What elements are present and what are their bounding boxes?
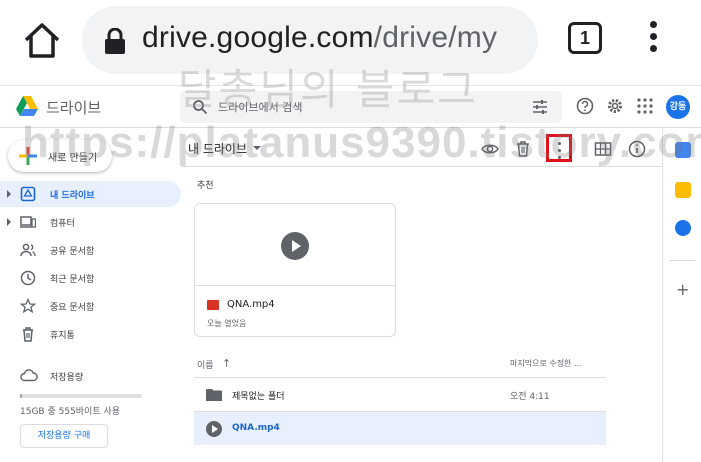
browser-toolbar: drive.google.com/drive/my 1 bbox=[0, 0, 701, 86]
info-icon[interactable] bbox=[628, 140, 646, 158]
folder-icon bbox=[206, 389, 222, 401]
url-host: drive.google.com bbox=[142, 21, 374, 54]
search-input[interactable]: 드라이브에서 검색 bbox=[180, 91, 562, 123]
card-file-subtitle: 오늘 열었음 bbox=[207, 319, 247, 328]
search-options-icon[interactable] bbox=[532, 99, 548, 115]
calendar-icon[interactable] bbox=[675, 142, 691, 158]
star-icon bbox=[20, 298, 36, 314]
keep-icon[interactable] bbox=[675, 182, 691, 198]
drive-icon bbox=[20, 186, 36, 202]
home-icon[interactable] bbox=[22, 20, 62, 60]
side-panel-divider bbox=[662, 128, 663, 462]
sidebar-item-trash[interactable]: 휴지통 bbox=[0, 321, 181, 347]
app-name[interactable]: 드라이브 bbox=[46, 97, 101, 118]
tab-switcher-button[interactable]: 1 bbox=[568, 22, 602, 54]
plus-icon bbox=[19, 147, 37, 165]
new-button[interactable]: 새로 만들기 bbox=[8, 140, 112, 172]
add-addon-icon[interactable]: + bbox=[676, 280, 689, 299]
video-file-icon bbox=[207, 300, 219, 310]
avatar[interactable]: 강동 bbox=[666, 95, 690, 119]
row-file-name: 제목없는 폴더 bbox=[232, 392, 285, 402]
more-actions-icon[interactable] bbox=[546, 134, 572, 162]
apps-grid-icon[interactable] bbox=[636, 97, 654, 115]
storage-usage-text: 15GB 중 555바이트 사용 bbox=[20, 407, 121, 417]
row-file-name: QNA.mp4 bbox=[232, 423, 280, 433]
tasks-icon[interactable] bbox=[675, 220, 691, 236]
settings-icon[interactable] bbox=[606, 97, 624, 115]
preview-eye-icon[interactable] bbox=[481, 140, 499, 158]
sort-arrow-icon[interactable]: ↑ bbox=[222, 357, 231, 370]
url-path: /drive/my bbox=[373, 21, 498, 54]
video-file-icon bbox=[206, 421, 222, 437]
expand-caret-icon[interactable] bbox=[7, 190, 11, 198]
column-header-name[interactable]: 이름 bbox=[197, 358, 214, 371]
sidebar-item-recent[interactable]: 최근 문서함 bbox=[0, 265, 181, 291]
file-thumbnail[interactable] bbox=[195, 204, 395, 286]
sidebar-item-label: 휴지통 bbox=[50, 331, 75, 341]
buy-storage-button[interactable]: 저장용량 구매 bbox=[20, 424, 108, 448]
row-modified-date: 오전 4:11 bbox=[510, 392, 550, 402]
trash-icon bbox=[23, 327, 33, 342]
storage-meter-fill bbox=[20, 394, 23, 398]
sidebar-item-my-drive[interactable]: 내 드라이브 bbox=[0, 181, 181, 207]
sidebar-item-label: 최근 문서함 bbox=[50, 275, 95, 285]
help-icon[interactable] bbox=[576, 97, 594, 115]
storage-meter bbox=[20, 394, 142, 398]
suggested-file-card[interactable]: QNA.mp4 오늘 열었음 bbox=[194, 203, 396, 337]
computer-icon bbox=[20, 216, 36, 228]
storage-label[interactable]: 저장용량 bbox=[50, 370, 83, 383]
side-panel-separator bbox=[669, 260, 695, 261]
clock-icon bbox=[20, 270, 36, 286]
sidebar-item-shared[interactable]: 공유 문서함 bbox=[0, 237, 181, 263]
sidebar-item-label: 공유 문서함 bbox=[50, 247, 95, 257]
expand-caret-icon[interactable] bbox=[7, 218, 11, 226]
play-icon bbox=[281, 232, 309, 260]
address-bar[interactable]: drive.google.com/drive/my bbox=[82, 6, 538, 74]
url-text[interactable]: drive.google.com/drive/my bbox=[142, 21, 497, 55]
search-icon[interactable] bbox=[192, 99, 208, 115]
cloud-icon bbox=[20, 369, 38, 382]
column-header-modified[interactable]: 마지막으로 수정한 ... bbox=[510, 358, 582, 369]
drive-header: 드라이브 드라이브에서 검색 강동 bbox=[0, 86, 701, 128]
shared-icon bbox=[20, 243, 36, 257]
sidebar-item-label: 중요 문서함 bbox=[50, 303, 95, 313]
browser-menu-icon[interactable] bbox=[646, 18, 660, 58]
sidebar-item-label: 내 드라이브 bbox=[50, 191, 95, 201]
card-file-name: QNA.mp4 bbox=[227, 299, 275, 310]
sidebar-item-computers[interactable]: 컴퓨터 bbox=[0, 209, 181, 235]
sidebar-item-starred[interactable]: 중요 문서함 bbox=[0, 293, 181, 319]
search-placeholder: 드라이브에서 검색 bbox=[218, 101, 303, 114]
new-button-label: 새로 만들기 bbox=[48, 153, 98, 164]
breadcrumb[interactable]: 내 드라이브 bbox=[188, 140, 247, 157]
lock-icon bbox=[105, 28, 125, 54]
toolbar-divider bbox=[182, 166, 662, 167]
table-row[interactable]: 제목없는 폴더 오전 4:11 bbox=[194, 377, 606, 411]
table-row[interactable]: QNA.mp4 bbox=[194, 411, 606, 445]
sidebar-item-label: 컴퓨터 bbox=[50, 219, 75, 229]
chevron-down-icon[interactable] bbox=[253, 146, 261, 150]
grid-view-icon[interactable] bbox=[594, 140, 612, 158]
recommended-title: 추천 bbox=[197, 181, 214, 191]
drive-logo-icon[interactable] bbox=[16, 96, 38, 116]
trash-icon[interactable] bbox=[514, 140, 532, 158]
